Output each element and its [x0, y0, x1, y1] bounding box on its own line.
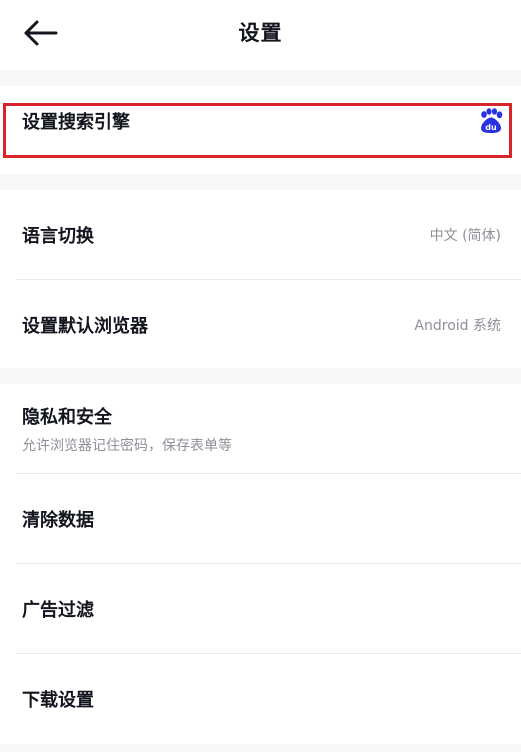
svg-text:du: du [485, 123, 497, 132]
search-engine-label: 设置搜索引擎 [22, 112, 130, 133]
privacy-security-label: 隐私和安全 [22, 407, 112, 428]
app-header: 设置 [0, 0, 521, 70]
privacy-security-row[interactable]: 隐私和安全 允许浏览器记住密码，保存表单等 [16, 384, 521, 474]
language-row[interactable]: 语言切换 中文 (简体) [16, 190, 521, 280]
clear-data-row[interactable]: 清除数据 [16, 474, 521, 564]
privacy-security-subtitle: 允许浏览器记住密码，保存表单等 [22, 438, 232, 454]
baidu-paw-icon: du [481, 108, 503, 133]
ad-filter-label: 广告过滤 [22, 600, 94, 621]
default-browser-value: Android 系统 [414, 318, 501, 334]
search-engine-row[interactable]: 设置搜索引擎 du [16, 86, 521, 174]
settings-page: 设置 设置搜索引擎 du 语言切换 中文 (简体) 设置默认浏览器 Androi… [0, 0, 521, 752]
default-browser-row[interactable]: 设置默认浏览器 Android 系统 [16, 280, 521, 370]
download-settings-row[interactable]: 下载设置 [16, 654, 521, 744]
page-title: 设置 [238, 21, 283, 45]
clear-data-label: 清除数据 [22, 510, 94, 531]
default-browser-label: 设置默认浏览器 [22, 316, 148, 337]
ad-filter-row[interactable]: 广告过滤 [16, 564, 521, 654]
language-label: 语言切换 [22, 226, 94, 247]
arrow-left-icon [24, 20, 58, 46]
download-settings-label: 下载设置 [22, 690, 94, 711]
back-button[interactable] [18, 15, 62, 51]
language-value: 中文 (简体) [429, 228, 501, 244]
